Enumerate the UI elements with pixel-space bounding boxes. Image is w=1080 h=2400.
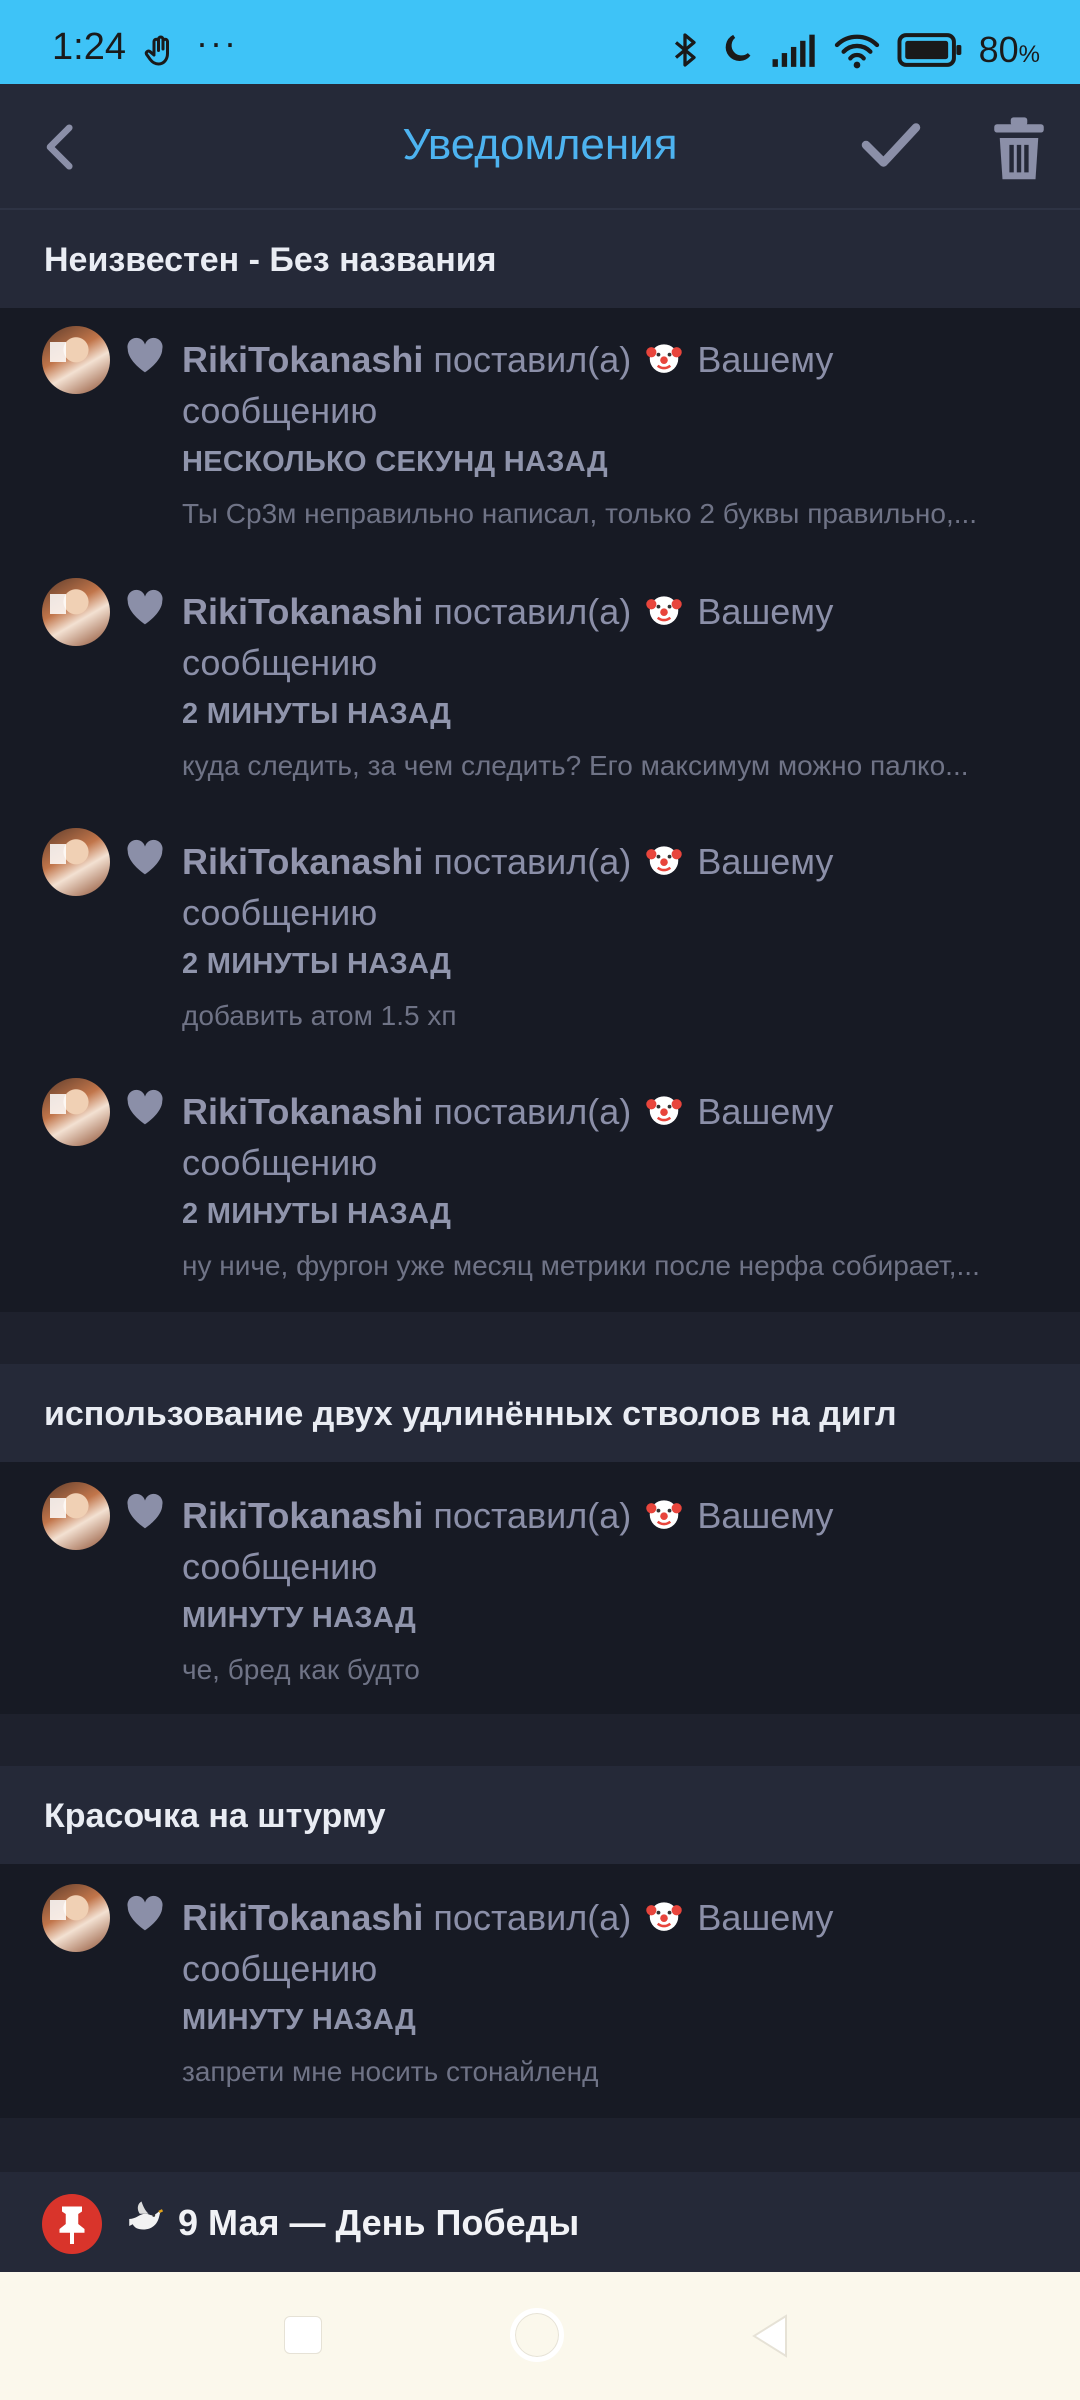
notification-text-cont: сообщению: [182, 642, 378, 683]
clown-emoji-icon: [645, 1494, 683, 1541]
status-time: 1:24: [52, 26, 126, 68]
message-snippet: куда следить, за чем следить? Его максим…: [182, 750, 969, 781]
section-divider: [0, 1714, 1080, 1766]
more-notifications-icon: ···: [196, 22, 238, 63]
back-triangle-icon: [752, 2314, 787, 2358]
heart-icon: [127, 1493, 163, 1529]
dove-icon: [124, 2198, 166, 2245]
timestamp: 2 МИНУТЫ НАЗАД: [182, 1198, 452, 1230]
avatar[interactable]: [42, 326, 110, 394]
user-name[interactable]: RikiTokanashi: [182, 339, 423, 380]
timestamp: 2 МИНУТЫ НАЗАД: [182, 948, 452, 980]
system-nav-bar: [0, 2272, 1080, 2400]
clown-emoji-icon: [645, 590, 683, 637]
timestamp: 2 МИНУТЫ НАЗАД: [182, 698, 452, 730]
wifi-icon: [834, 34, 879, 69]
signal-icon: [772, 34, 815, 67]
user-name[interactable]: RikiTokanashi: [182, 1495, 423, 1536]
check-icon: [861, 123, 921, 167]
avatar[interactable]: [42, 1884, 110, 1952]
heart-icon: [127, 589, 163, 625]
notification-item[interactable]: RikiTokanashi поставил(а) Вашему сообщен…: [0, 558, 1080, 808]
clown-emoji-icon: [645, 840, 683, 887]
avatar[interactable]: [42, 1482, 110, 1550]
notification-item[interactable]: RikiTokanashi поставил(а) Вашему сообщен…: [0, 1462, 1080, 1712]
notification-text-cont: сообщению: [182, 892, 378, 933]
notification-text-cont: сообщению: [182, 1142, 378, 1183]
notification-item[interactable]: RikiTokanashi поставил(а) Вашему сообщен…: [0, 308, 1080, 558]
avatar[interactable]: [42, 1078, 110, 1146]
hand-gesture-icon: [142, 34, 178, 75]
battery-icon: [897, 33, 961, 67]
notification-text: RikiTokanashi поставил(а) Вашему: [182, 338, 833, 385]
notification-text: RikiTokanashi поставил(а) Вашему: [182, 1090, 833, 1137]
section-title: Красочка на штурму: [44, 1797, 386, 1835]
clown-emoji-icon: [645, 338, 683, 385]
timestamp: МИНУТУ НАЗАД: [182, 2004, 417, 2036]
section-title: Неизвестен - Без названия: [44, 241, 497, 279]
notification-item[interactable]: RikiTokanashi поставил(а) Вашему сообщен…: [0, 808, 1080, 1058]
notification-text: RikiTokanashi поставил(а) Вашему: [182, 1896, 833, 1943]
notification-text-cont: сообщению: [182, 390, 378, 431]
moon-icon: [725, 34, 751, 61]
user-name[interactable]: RikiTokanashi: [182, 1091, 423, 1132]
message-snippet: запрети мне носить стонайленд: [182, 2056, 599, 2087]
recent-apps-button[interactable]: [284, 2316, 322, 2354]
pin-badge: [42, 2194, 102, 2254]
heart-icon: [127, 1089, 163, 1125]
avatar[interactable]: [42, 578, 110, 646]
section-header[interactable]: Красочка на штурму: [0, 1766, 1080, 1864]
status-bar: 1:24 ··· 80%: [0, 0, 1080, 84]
section-divider: [0, 2118, 1080, 2172]
battery-percent: 80%: [978, 29, 1040, 70]
section-title: использование двух удлинённых стволов на…: [44, 1395, 897, 1433]
notification-text-cont: сообщению: [182, 1948, 378, 1989]
pinned-title: 9 Мая — День Победы: [178, 2202, 580, 2243]
clown-emoji-icon: [645, 1896, 683, 1943]
message-snippet: добавить атом 1.5 хп: [182, 1000, 457, 1031]
notification-text: RikiTokanashi поставил(а) Вашему: [182, 590, 833, 637]
pinned-banner[interactable]: 9 Мая — День Победы: [0, 2172, 1080, 2272]
bluetooth-icon: [674, 33, 696, 67]
section-divider: [0, 1312, 1080, 1364]
status-icons: 80%: [667, 29, 1040, 70]
user-name[interactable]: RikiTokanashi: [182, 1897, 423, 1938]
home-button[interactable]: [510, 2308, 564, 2362]
heart-icon: [127, 839, 163, 875]
app-bar: Уведомления: [0, 84, 1080, 210]
message-snippet: Ты Ср3м неправильно написал, только 2 бу…: [182, 498, 978, 529]
notification-text: RikiTokanashi поставил(а) Вашему: [182, 840, 833, 887]
notification-text: RikiTokanashi поставил(а) Вашему: [182, 1494, 833, 1541]
notification-item[interactable]: RikiTokanashi поставил(а) Вашему сообщен…: [0, 1864, 1080, 2114]
timestamp: МИНУТУ НАЗАД: [182, 1602, 417, 1634]
avatar[interactable]: [42, 828, 110, 896]
trash-icon: [994, 117, 1044, 180]
clown-emoji-icon: [645, 1090, 683, 1137]
pin-icon: [59, 2206, 85, 2244]
heart-icon: [127, 337, 163, 373]
message-snippet: ну ниче, фургон уже месяц метрики после …: [182, 1250, 980, 1281]
section-header[interactable]: использование двух удлинённых стволов на…: [0, 1364, 1080, 1462]
delete-all-button[interactable]: [990, 116, 1048, 187]
heart-icon: [127, 1895, 163, 1931]
section-header[interactable]: Неизвестен - Без названия: [0, 210, 1080, 308]
user-name[interactable]: RikiTokanashi: [182, 591, 423, 632]
notification-item[interactable]: RikiTokanashi поставил(а) Вашему сообщен…: [0, 1058, 1080, 1308]
notification-text-cont: сообщению: [182, 1546, 378, 1587]
user-name[interactable]: RikiTokanashi: [182, 841, 423, 882]
message-snippet: че, бред как будто: [182, 1654, 420, 1685]
timestamp: НЕСКОЛЬКО СЕКУНД НАЗАД: [182, 446, 609, 478]
mark-all-read-button[interactable]: [860, 120, 922, 175]
nav-back-button[interactable]: [748, 2312, 792, 2365]
